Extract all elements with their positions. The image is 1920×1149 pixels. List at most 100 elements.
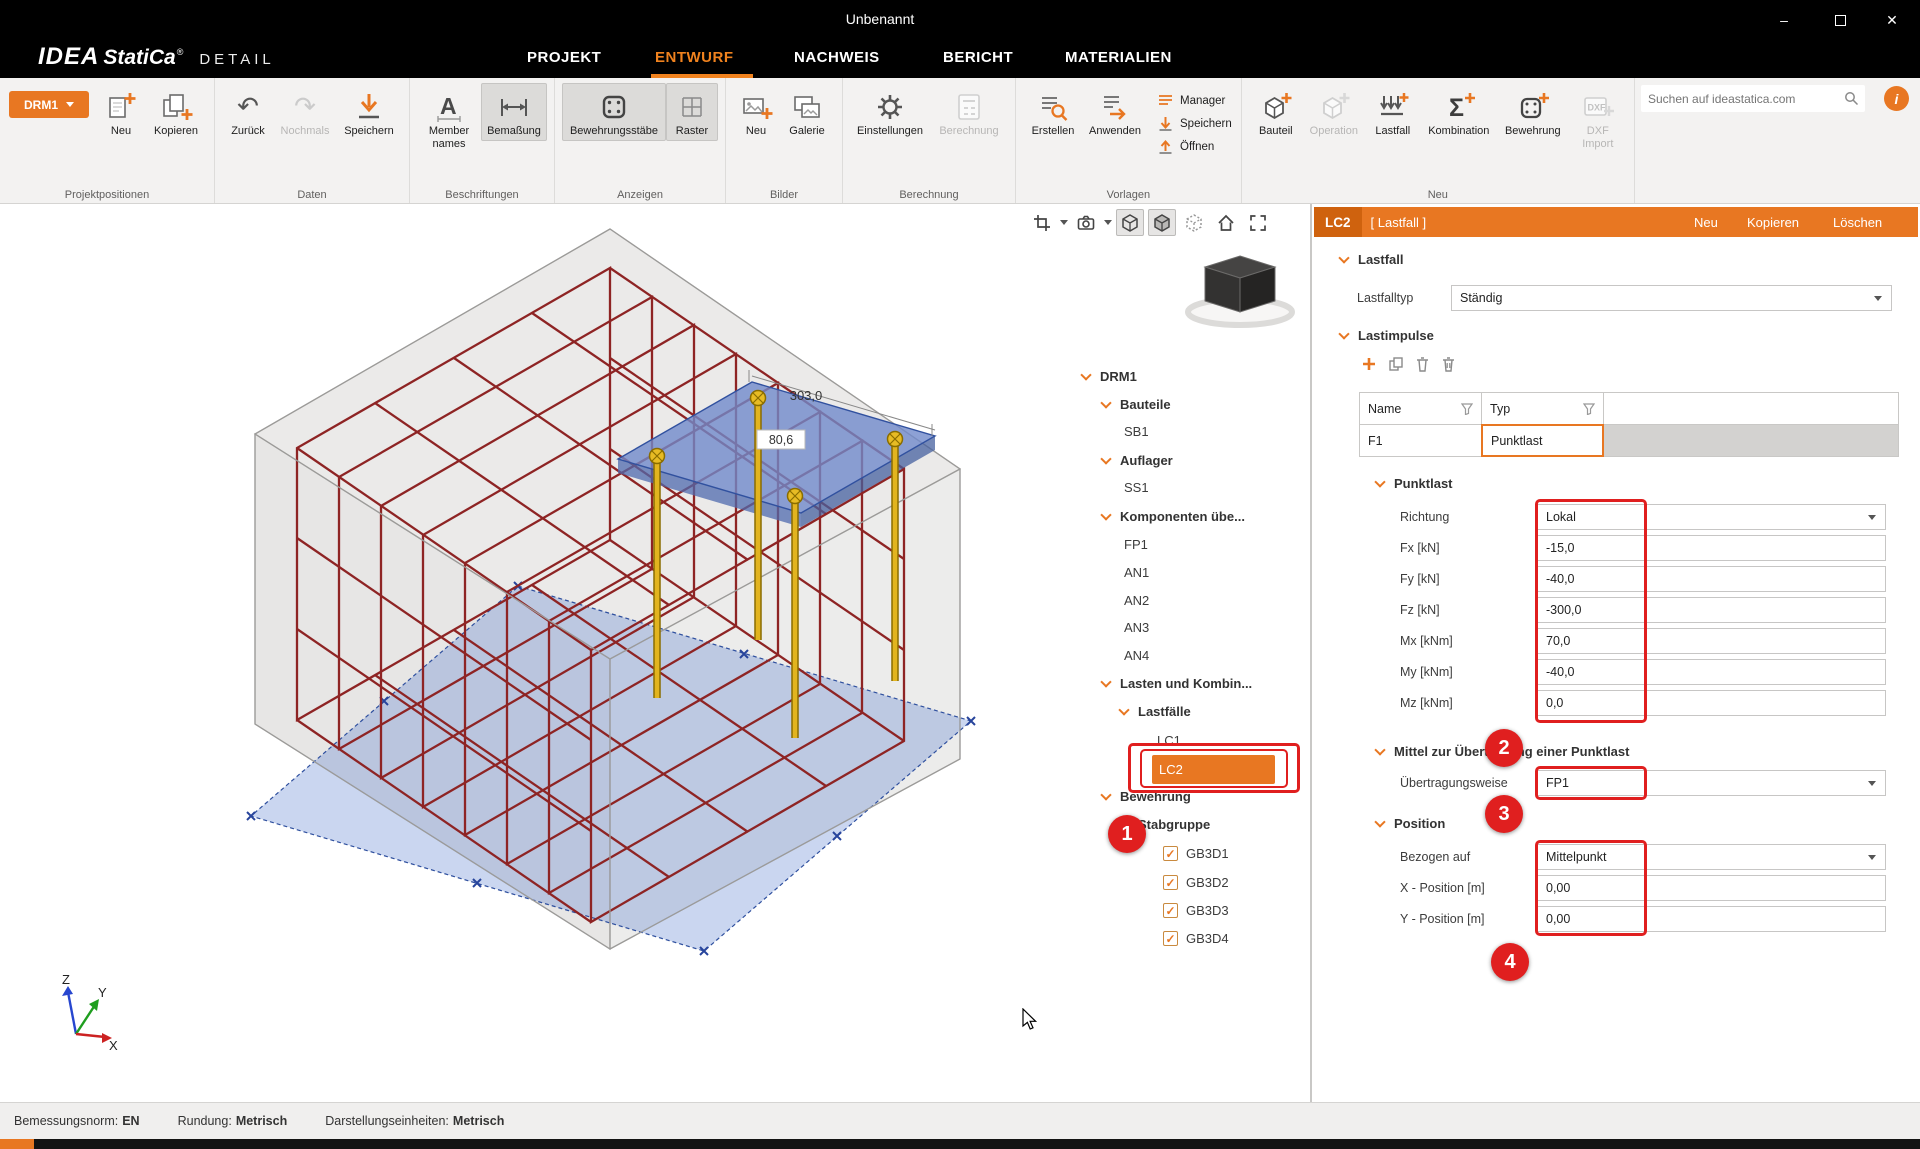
tree-item-lastfaelle[interactable]: Lastfälle: [1120, 698, 1191, 725]
delete-all-impulses-icon[interactable]: [1441, 356, 1456, 372]
tree-item-fp1[interactable]: FP1: [1124, 531, 1148, 558]
section-crop-button[interactable]: [1028, 209, 1056, 236]
tree-item-gb3d2[interactable]: ✓GB3D2: [1163, 869, 1229, 896]
minimize-button[interactable]: –: [1760, 0, 1808, 40]
tree-item-lasten[interactable]: Lasten und Kombin...: [1102, 670, 1252, 697]
new-project-item-button[interactable]: Neu: [97, 83, 145, 141]
panel-divider[interactable]: [1310, 204, 1312, 1102]
checkbox-checked-icon[interactable]: ✓: [1163, 903, 1178, 918]
wireframe-view-button[interactable]: [1116, 209, 1144, 236]
section-punktlast[interactable]: Punktlast: [1376, 476, 1453, 491]
new-member-button[interactable]: Bauteil: [1249, 83, 1303, 141]
new-combination-button[interactable]: Σ Kombination: [1421, 83, 1497, 141]
chevron-down-icon[interactable]: [1118, 704, 1129, 715]
chevron-down-icon[interactable]: [1100, 676, 1111, 687]
settings-button[interactable]: Einstellungen: [850, 83, 930, 141]
tree-item-drm1[interactable]: DRM1: [1082, 363, 1137, 390]
section-lastimpulse[interactable]: Lastimpulse: [1340, 328, 1434, 343]
tab-nachweis[interactable]: NACHWEIS: [794, 49, 880, 66]
y-position-input[interactable]: 0,00: [1537, 906, 1886, 932]
my-input[interactable]: -40,0: [1537, 659, 1886, 685]
chevron-down-icon[interactable]: [1100, 789, 1111, 800]
checkbox-checked-icon[interactable]: ✓: [1163, 875, 1178, 890]
template-manager-button[interactable]: Manager: [1157, 92, 1232, 109]
chevron-down-icon[interactable]: [1104, 220, 1112, 225]
column-header-typ[interactable]: Typ: [1481, 392, 1604, 425]
dxf-import-button[interactable]: DXF DXF Import: [1569, 83, 1627, 153]
tree-item-auflager[interactable]: Auflager: [1102, 447, 1173, 474]
tree-item-an3[interactable]: AN3: [1124, 614, 1149, 641]
zoom-fit-button[interactable]: [1244, 209, 1272, 236]
redo-button[interactable]: ↷ Nochmals: [274, 83, 336, 141]
gallery-button[interactable]: Galerie: [779, 83, 835, 141]
solid-view-button[interactable]: [1148, 209, 1176, 236]
section-position[interactable]: Position: [1376, 816, 1445, 831]
tree-item-gb3d3[interactable]: ✓GB3D3: [1163, 897, 1229, 924]
chevron-down-icon[interactable]: [1080, 369, 1091, 380]
tree-item-lc1[interactable]: LC1: [1157, 727, 1181, 754]
new-reinforcement-button[interactable]: Bewehrung: [1497, 83, 1569, 141]
chevron-down-icon[interactable]: [1100, 453, 1111, 464]
chevron-down-icon[interactable]: [1060, 220, 1068, 225]
undo-button[interactable]: ↶ Zurück: [222, 83, 274, 141]
lastfalltyp-select[interactable]: Ständig: [1451, 285, 1892, 311]
tab-projekt[interactable]: PROJEKT: [527, 49, 601, 66]
tree-item-an2[interactable]: AN2: [1124, 587, 1149, 614]
new-load-case-button[interactable]: Lastfall: [1365, 83, 1421, 141]
tree-item-gb3d1[interactable]: ✓GB3D1: [1163, 840, 1229, 867]
cell-impulse-name[interactable]: F1: [1359, 424, 1482, 457]
chevron-down-icon[interactable]: [1100, 509, 1111, 520]
create-template-button[interactable]: Erstellen: [1023, 83, 1083, 141]
fx-input[interactable]: -15,0: [1537, 535, 1886, 561]
tree-item-sb1[interactable]: SB1: [1124, 418, 1149, 445]
fz-input[interactable]: -300,0: [1537, 597, 1886, 623]
apply-template-button[interactable]: Anwenden: [1083, 83, 1147, 141]
navigation-cube[interactable]: [1180, 238, 1300, 333]
uebertragungsweise-select[interactable]: FP1: [1537, 770, 1886, 796]
fy-input[interactable]: -40,0: [1537, 566, 1886, 592]
tree-item-bewehrung[interactable]: Bewehrung: [1102, 783, 1191, 810]
x-position-input[interactable]: 0,00: [1537, 875, 1886, 901]
tree-item-komponenten[interactable]: Komponenten übe...: [1102, 503, 1245, 530]
template-save-button[interactable]: Speichern: [1157, 115, 1232, 132]
save-button[interactable]: Speichern: [336, 83, 402, 141]
home-view-button[interactable]: [1212, 209, 1240, 236]
member-names-toggle[interactable]: A Member names: [417, 83, 481, 153]
tab-bericht[interactable]: BERICHT: [943, 49, 1013, 66]
template-open-button[interactable]: Öffnen: [1157, 138, 1232, 155]
transparent-view-button[interactable]: [1180, 209, 1208, 236]
tab-entwurf[interactable]: ENTWURF: [655, 49, 734, 66]
copy-impulse-icon[interactable]: [1388, 356, 1404, 372]
copy-load-case-header-button[interactable]: Kopieren: [1747, 207, 1799, 237]
tree-item-ss1[interactable]: SS1: [1124, 474, 1149, 501]
checkbox-checked-icon[interactable]: ✓: [1163, 846, 1178, 861]
viewport-3d-scene[interactable]: 303,0 80,6 Z Y X: [0, 204, 1312, 1102]
screenshot-button[interactable]: [1072, 209, 1100, 236]
mx-input[interactable]: 70,0: [1537, 628, 1886, 654]
new-operation-button[interactable]: Operation: [1303, 83, 1365, 141]
rebar-display-toggle[interactable]: Bewehrungsstäbe: [562, 83, 666, 141]
dimension-toggle[interactable]: Bemaßung: [481, 83, 547, 141]
richtung-select[interactable]: Lokal: [1537, 504, 1886, 530]
tree-item-lc2-selected[interactable]: LC2: [1152, 755, 1275, 784]
column-header-name[interactable]: Name: [1359, 392, 1482, 425]
tree-item-an1[interactable]: AN1: [1124, 559, 1149, 586]
close-button[interactable]: ✕: [1868, 0, 1916, 40]
new-image-button[interactable]: Neu: [733, 83, 779, 141]
bezogen-auf-select[interactable]: Mittelpunkt: [1537, 844, 1886, 870]
mz-input[interactable]: 0,0: [1537, 690, 1886, 716]
copy-project-item-button[interactable]: Kopieren: [145, 83, 207, 141]
info-icon[interactable]: i: [1884, 86, 1909, 111]
filter-icon[interactable]: [1583, 403, 1595, 415]
search-box[interactable]: [1641, 85, 1865, 112]
checkbox-checked-icon[interactable]: ✓: [1163, 931, 1178, 946]
delete-load-case-header-button[interactable]: Löschen: [1833, 207, 1882, 237]
grid-toggle[interactable]: Raster: [666, 83, 718, 141]
filter-icon[interactable]: [1461, 403, 1473, 415]
tree-item-an4[interactable]: AN4: [1124, 642, 1149, 669]
cell-impulse-typ-selected[interactable]: Punktlast: [1481, 424, 1604, 457]
section-lastfall[interactable]: Lastfall: [1340, 252, 1404, 267]
tree-item-gb3d4[interactable]: ✓GB3D4: [1163, 925, 1229, 952]
project-item-dropdown[interactable]: DRM1: [9, 91, 89, 118]
tree-item-bauteile[interactable]: Bauteile: [1102, 391, 1171, 418]
